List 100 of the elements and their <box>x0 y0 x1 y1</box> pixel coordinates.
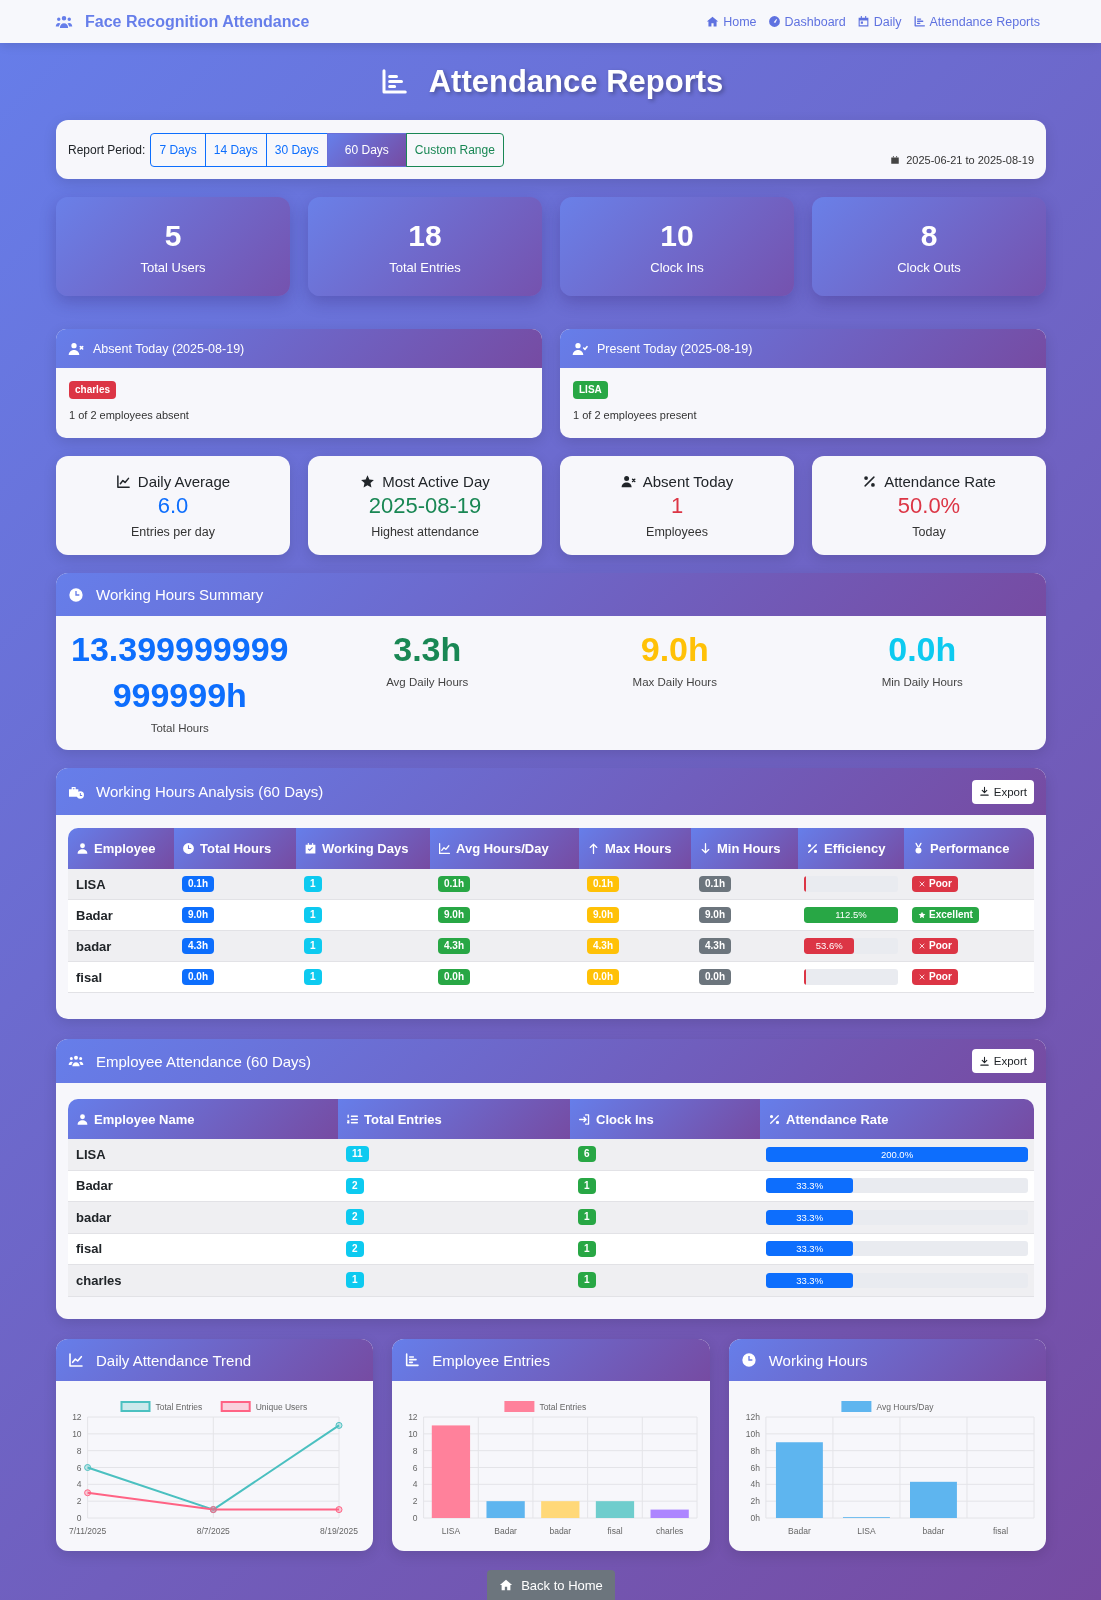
period-button[interactable]: Custom Range <box>405 132 504 167</box>
date-range: 2025-06-21 to 2025-08-19 <box>906 154 1034 166</box>
gauge-icon <box>767 15 781 28</box>
card-title: Working Hours <box>768 1351 868 1369</box>
employee-name: LISA <box>75 1145 107 1164</box>
metric-caption: Highest attendance <box>371 524 479 539</box>
column-title: Avg Hours/Day <box>456 841 549 856</box>
tick-label: 8 <box>413 1445 418 1456</box>
period-label: Report Period: <box>68 142 146 157</box>
hours-value: 0.0h <box>887 629 958 670</box>
column-title: Total Hours <box>200 841 272 856</box>
nav-link[interactable]: Daily <box>856 14 902 29</box>
legend-label: Avg Hours/Day <box>876 1401 934 1412</box>
category-label: badar <box>549 1526 572 1536</box>
category-label: fisal <box>607 1526 623 1536</box>
cross-icon <box>918 880 926 888</box>
tick-label: 12 <box>408 1412 418 1422</box>
card-title: Present Today (2025-08-19) <box>597 341 753 356</box>
home-icon <box>706 15 720 28</box>
legend-swatch-icon <box>220 1401 251 1412</box>
employee-name: Badar <box>75 906 114 925</box>
working-days-badge: 1 <box>304 907 322 923</box>
clock-ins-badge: 1 <box>578 1209 596 1226</box>
tick-label: 6h <box>750 1462 760 1473</box>
name-tag: charles <box>69 381 117 399</box>
data-point <box>84 1489 92 1497</box>
column-title: Employee Name <box>94 1111 195 1127</box>
employee-name: badar <box>75 937 113 956</box>
back-home-button[interactable]: Back to Home <box>487 1570 615 1600</box>
entries-badge: 2 <box>346 1240 364 1257</box>
tick-label: 0 <box>413 1513 418 1523</box>
export-button[interactable]: Export <box>971 1049 1034 1073</box>
attendance-rate-fill: 33.3% <box>766 1209 854 1225</box>
line-chart-icon <box>68 1352 84 1368</box>
calendar-check-icon <box>304 842 317 855</box>
tick-label: 4h <box>750 1479 760 1490</box>
hours-value: 3.3h <box>392 629 463 670</box>
metric-value: 1 <box>670 491 684 520</box>
employee-name: Badar <box>75 1177 114 1196</box>
hours-label: Min Daily Hours <box>880 676 964 688</box>
category-label: 8/7/2025 <box>196 1526 230 1536</box>
bar <box>909 1481 957 1518</box>
efficiency-fill: 112.5% <box>804 907 898 923</box>
nav-link[interactable]: Home <box>706 14 757 29</box>
bar-chart-icon <box>404 1352 421 1368</box>
period-button[interactable]: 7 Days <box>150 132 206 167</box>
status-note: 1 of 2 employees present <box>573 409 698 421</box>
calendar-icon <box>890 155 901 165</box>
employee-name: LISA <box>75 875 107 894</box>
working-days-badge: 1 <box>304 938 322 954</box>
metric-caption: Entries per day <box>130 524 216 539</box>
brand-link[interactable]: Face Recognition Attendance <box>55 12 310 31</box>
tick-label: 2 <box>413 1496 418 1507</box>
tick-label: 10 <box>72 1428 82 1439</box>
percent-icon <box>768 1112 781 1126</box>
download-icon <box>978 1055 990 1067</box>
tick-label: 6 <box>413 1462 418 1473</box>
stat-value: 5 <box>164 218 182 253</box>
entries-badge: 11 <box>346 1146 369 1163</box>
column-title: Employee <box>94 841 156 856</box>
cross-icon <box>918 942 926 950</box>
attendance-rate-fill: 33.3% <box>766 1272 854 1288</box>
metric-title: Attendance Rate <box>884 472 996 490</box>
category-label: Badar <box>787 1526 811 1536</box>
tick-label: 0 <box>76 1513 82 1523</box>
avg-hours-badge: 9.0h <box>438 907 470 923</box>
hours-label: Max Daily Hours <box>631 676 718 688</box>
period-button[interactable]: 60 Days <box>326 132 407 167</box>
hours-value: 9.0h <box>639 629 710 670</box>
export-button[interactable]: Export <box>971 779 1034 804</box>
medal-icon <box>912 842 925 855</box>
hours-label: Total Hours <box>149 722 210 734</box>
min-hours-badge: 0.1h <box>699 876 731 892</box>
nav-link[interactable]: Dashboard <box>767 14 846 29</box>
clock-icon <box>68 586 84 603</box>
legend-label: Total Entries <box>539 1401 587 1412</box>
tick-label: 6 <box>76 1462 82 1473</box>
entries-badge: 2 <box>346 1177 364 1194</box>
tick-label: 10h <box>745 1428 760 1439</box>
performance-text: Poor <box>929 971 952 983</box>
percent-icon <box>862 473 878 489</box>
data-point <box>335 1421 343 1429</box>
min-hours-badge: 0.0h <box>699 969 731 985</box>
metric-value: 50.0% <box>897 491 961 520</box>
card-title: Working Hours Summary <box>96 586 264 603</box>
person-check-icon <box>572 340 588 357</box>
percent-icon <box>806 842 819 855</box>
column-title: Performance <box>930 841 1010 856</box>
column-title: Efficiency <box>824 841 886 856</box>
card-title: Employee Attendance (60 Days) <box>96 1052 312 1070</box>
card-title: Employee Entries <box>432 1351 550 1369</box>
stat-value: 18 <box>408 218 442 253</box>
period-button[interactable]: 14 Days <box>204 132 267 167</box>
column-title: Clock Ins <box>596 1111 654 1127</box>
card-title: Working Hours Analysis (60 Days) <box>96 783 324 800</box>
working-days-badge: 1 <box>304 876 322 892</box>
max-hours-badge: 4.3h <box>587 938 619 954</box>
tick-label: 8 <box>76 1445 82 1456</box>
total-hours-badge: 0.1h <box>182 876 214 892</box>
nav-link[interactable]: Attendance Reports <box>912 14 1040 29</box>
